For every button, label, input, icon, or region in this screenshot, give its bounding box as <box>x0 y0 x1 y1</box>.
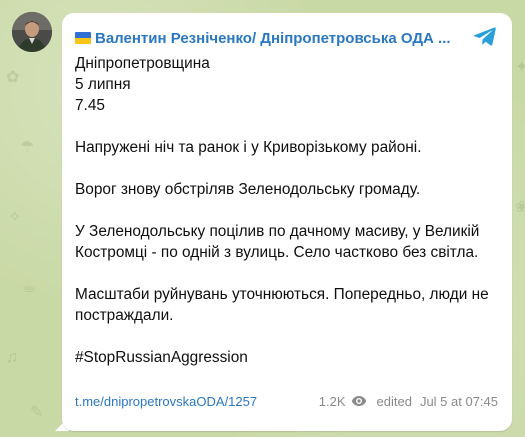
channel-name[interactable]: Валентин Резніченко/ Дніпропетровська ОД… <box>95 30 451 47</box>
message-line-date: 5 липня <box>75 76 131 93</box>
wallpaper-doodle: ✦ <box>515 59 525 76</box>
message-paragraph: Масштаби руйнувань уточнюються. Попередн… <box>75 286 489 324</box>
message-footer: t.me/dnipropetrovskaODA/1257 1.2K edited… <box>75 391 498 411</box>
message-text: Дніпропетровщина 5 липня 7.45 Напружені … <box>75 53 503 368</box>
telegram-share-icon <box>473 27 496 46</box>
channel-avatar[interactable] <box>12 12 52 52</box>
views-count: 1.2K <box>318 393 346 409</box>
wallpaper-doodle: ❀ <box>515 199 525 216</box>
eye-icon <box>351 395 367 407</box>
wallpaper-doodle: ☕ <box>22 279 37 296</box>
message-paragraph: У Зеленодольську поцілив по дачному маси… <box>75 223 480 261</box>
wallpaper-doodle: ☂ <box>20 139 35 156</box>
wallpaper-doodle: ✿ <box>6 69 20 86</box>
message-paragraph: Напружені ніч та ранок і у Криворізькому… <box>75 139 422 156</box>
message-timestamp: Jul 5 at 07:45 <box>419 393 498 409</box>
message-bubble: Валентин Резніченко/ Дніпропетровська ОД… <box>62 13 512 431</box>
wallpaper-doodle: ♫ <box>6 349 18 366</box>
wallpaper-doodle: ✧ <box>8 209 22 226</box>
message-paragraph: Ворог знову обстріляв Зеленодольську гро… <box>75 181 421 198</box>
share-button[interactable] <box>472 23 498 49</box>
edited-label: edited <box>376 393 412 409</box>
message-meta: 1.2K edited Jul 5 at 07:45 <box>319 394 498 409</box>
avatar-photo <box>12 12 52 52</box>
wallpaper-doodle: ✎ <box>30 404 44 421</box>
ukraine-flag-icon <box>75 32 91 44</box>
message-hashtag[interactable]: #StopRussianAggression <box>75 347 503 368</box>
post-link[interactable]: t.me/dnipropetrovskaODA/1257 <box>75 394 257 409</box>
message-header: Валентин Резніченко/ Дніпропетровська ОД… <box>75 27 455 49</box>
message-line-time: 7.45 <box>75 97 105 114</box>
message-line-region: Дніпропетровщина <box>75 55 210 72</box>
